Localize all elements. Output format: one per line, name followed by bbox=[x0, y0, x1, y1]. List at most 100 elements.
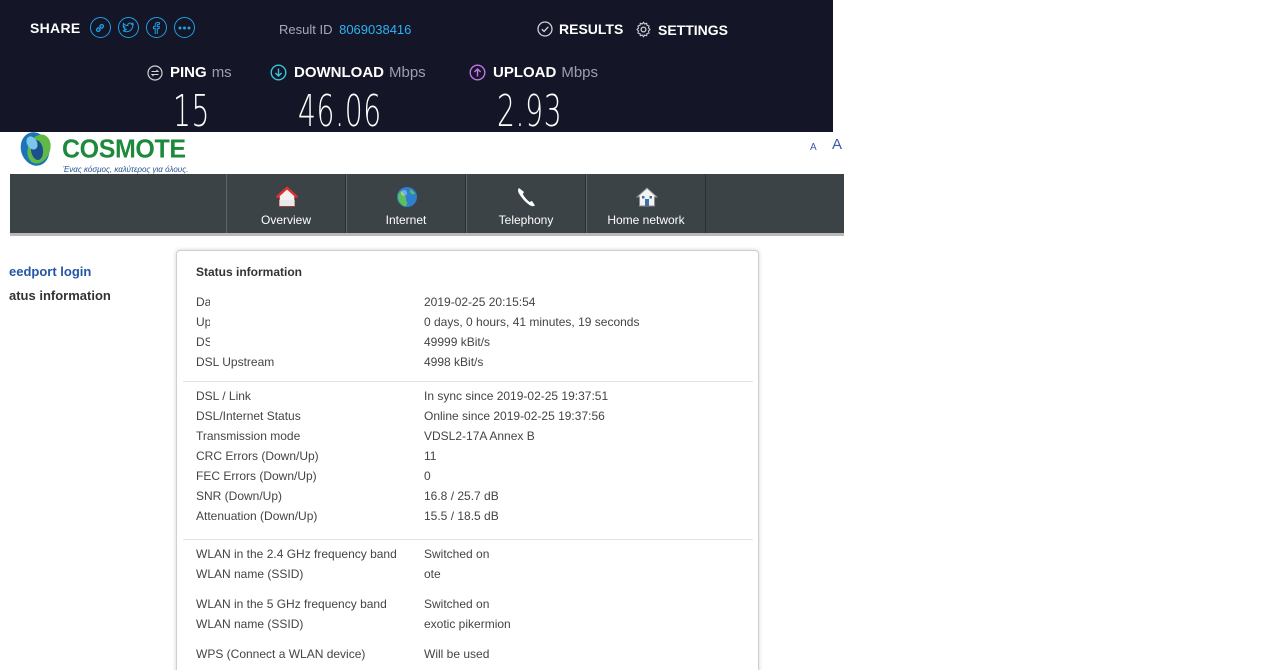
row-value: 0 days, 0 hours, 41 minutes, 19 seconds bbox=[424, 315, 640, 329]
more-icon[interactable] bbox=[173, 17, 195, 38]
status-row: DS 49999 kBit/s bbox=[196, 335, 756, 351]
row-value: 0 bbox=[424, 469, 431, 483]
ping-unit: ms bbox=[211, 64, 232, 81]
font-size-small-button[interactable]: A bbox=[810, 142, 817, 153]
download-metric: DOWNLOAD Mbps 46.06 bbox=[270, 64, 426, 137]
row-key: Attenuation (Down/Up) bbox=[196, 509, 318, 523]
row-key: SNR (Down/Up) bbox=[196, 489, 283, 503]
share-bar: SHARE bbox=[30, 17, 202, 38]
share-label: SHARE bbox=[30, 19, 81, 36]
upload-arrow-icon bbox=[469, 64, 486, 81]
row-value: 2019-02-25 20:15:54 bbox=[424, 295, 536, 309]
row-value: Will be used bbox=[424, 647, 490, 661]
router-header: COSMOTE Ένας κόσμος, καλύτερος για όλους… bbox=[10, 132, 844, 174]
status-row: WLAN in the 5 GHz frequency band Switche… bbox=[196, 597, 756, 613]
row-value: 15.5 / 18.5 dB bbox=[424, 509, 499, 523]
status-row: DSL Upstream 4998 kBit/s bbox=[196, 355, 756, 371]
status-row: Attenuation (Down/Up) 15.5 / 18.5 dB bbox=[196, 509, 756, 525]
results-button[interactable]: RESULTS bbox=[537, 21, 623, 37]
brand-name: COSMOTE bbox=[62, 134, 186, 164]
ping-icon bbox=[147, 64, 163, 81]
row-value: 16.8 / 25.7 dB bbox=[424, 489, 499, 503]
facebook-icon[interactable] bbox=[145, 17, 167, 38]
row-key: WPS (Connect a WLAN device) bbox=[196, 647, 366, 661]
panel-title: Status information bbox=[196, 265, 303, 279]
tab-telephony[interactable]: Telephony bbox=[466, 174, 586, 233]
row-key: WLAN in the 2.4 GHz frequency band bbox=[196, 547, 397, 561]
row-key: CRC Errors (Down/Up) bbox=[196, 449, 319, 463]
check-circle-icon bbox=[537, 21, 553, 37]
download-value: 46.06 bbox=[298, 86, 382, 137]
row-key: DSL/Internet Status bbox=[196, 409, 301, 423]
result-id-line: Result ID 8069038416 bbox=[279, 22, 411, 37]
row-value: In sync since 2019-02-25 19:37:51 bbox=[424, 389, 609, 403]
row-value: Switched on bbox=[424, 597, 490, 611]
status-row: CRC Errors (Down/Up) 11 bbox=[196, 449, 756, 465]
row-value: ote bbox=[424, 567, 441, 581]
results-label: RESULTS bbox=[559, 21, 624, 37]
row-key: WLAN name (SSID) bbox=[196, 617, 304, 631]
main-nav: Overview Internet Telephony Home network bbox=[10, 174, 844, 236]
row-key: FEC Errors (Down/Up) bbox=[196, 469, 317, 483]
status-row: WLAN name (SSID) exotic pikermion bbox=[196, 617, 756, 633]
row-value: exotic pikermion bbox=[424, 617, 511, 631]
sidebar-item-login[interactable]: eedport login bbox=[9, 264, 91, 279]
tab-overview[interactable]: Overview bbox=[226, 174, 346, 233]
status-row: SNR (Down/Up) 16.8 / 25.7 dB bbox=[196, 489, 756, 505]
status-row: WLAN in the 2.4 GHz frequency band Switc… bbox=[196, 547, 756, 563]
twitter-icon[interactable] bbox=[117, 17, 139, 38]
row-key: WLAN name (SSID) bbox=[196, 567, 304, 581]
status-row: Da 2019-02-25 20:15:54 bbox=[196, 295, 756, 311]
phone-icon bbox=[518, 188, 535, 207]
link-icon[interactable] bbox=[89, 17, 111, 38]
download-label: DOWNLOAD bbox=[294, 64, 384, 81]
cosmote-logo-icon bbox=[20, 132, 51, 166]
screen: SHARE Result ID 8069038416 RESULTS SETTI… bbox=[0, 0, 1280, 670]
section-divider bbox=[183, 381, 753, 382]
tab-telephony-label: Telephony bbox=[498, 213, 554, 227]
house-icon bbox=[275, 186, 299, 207]
brand-slogan: Ένας κόσμος, καλύτερος για όλους. bbox=[63, 165, 189, 174]
row-key: DS bbox=[196, 335, 210, 349]
sidebar-item-status[interactable]: atus information bbox=[9, 288, 111, 303]
status-row: WPS (Connect a WLAN device) Will be used bbox=[196, 647, 756, 663]
row-value: Switched on bbox=[424, 547, 490, 561]
tab-overview-label: Overview bbox=[260, 213, 311, 227]
tab-home-network-label: Home network bbox=[607, 213, 685, 227]
tab-home-network[interactable]: Home network bbox=[586, 174, 706, 233]
download-unit: Mbps bbox=[389, 64, 426, 81]
row-value: 11 bbox=[424, 449, 437, 463]
upload-metric: UPLOAD Mbps 2.93 bbox=[469, 64, 599, 137]
settings-button[interactable]: SETTINGS bbox=[635, 21, 728, 38]
section-divider bbox=[183, 539, 753, 540]
row-value: 4998 kBit/s bbox=[424, 355, 484, 369]
upload-unit: Mbps bbox=[561, 64, 599, 81]
status-row: DSL/Internet Status Online since 2019-02… bbox=[196, 409, 756, 425]
gear-icon bbox=[636, 21, 651, 38]
font-size-large-button[interactable]: A bbox=[832, 136, 842, 153]
row-key: Da bbox=[196, 295, 210, 309]
globe-icon bbox=[397, 187, 417, 207]
status-row: WLAN name (SSID) ote bbox=[196, 567, 756, 583]
row-key: Transmission mode bbox=[196, 429, 301, 443]
result-id-link[interactable]: 8069038416 bbox=[339, 22, 411, 37]
status-row: FEC Errors (Down/Up) 0 bbox=[196, 469, 756, 485]
status-panel: Status information Da 2019-02-25 20:15:5… bbox=[176, 250, 759, 670]
upload-value: 2.93 bbox=[497, 86, 563, 137]
ping-label: PING bbox=[170, 64, 207, 81]
row-value: Online since 2019-02-25 19:37:56 bbox=[424, 409, 605, 423]
settings-label: SETTINGS bbox=[658, 21, 729, 38]
home-network-icon bbox=[635, 187, 659, 207]
download-arrow-icon bbox=[270, 64, 287, 81]
row-key: DSL / Link bbox=[196, 389, 251, 403]
result-id-label: Result ID bbox=[279, 22, 333, 37]
status-row: Up 0 days, 0 hours, 41 minutes, 19 secon… bbox=[196, 315, 756, 331]
speedtest-banner: SHARE Result ID 8069038416 RESULTS SETTI… bbox=[0, 0, 833, 137]
upload-label: UPLOAD bbox=[493, 64, 557, 81]
row-value: VDSL2-17A Annex B bbox=[424, 429, 535, 443]
status-row: Transmission mode VDSL2-17A Annex B bbox=[196, 429, 756, 445]
ping-metric: PING ms 15 bbox=[147, 64, 232, 137]
tab-internet[interactable]: Internet bbox=[346, 174, 466, 233]
tab-internet-label: Internet bbox=[385, 213, 427, 227]
row-value: 49999 kBit/s bbox=[424, 335, 491, 349]
